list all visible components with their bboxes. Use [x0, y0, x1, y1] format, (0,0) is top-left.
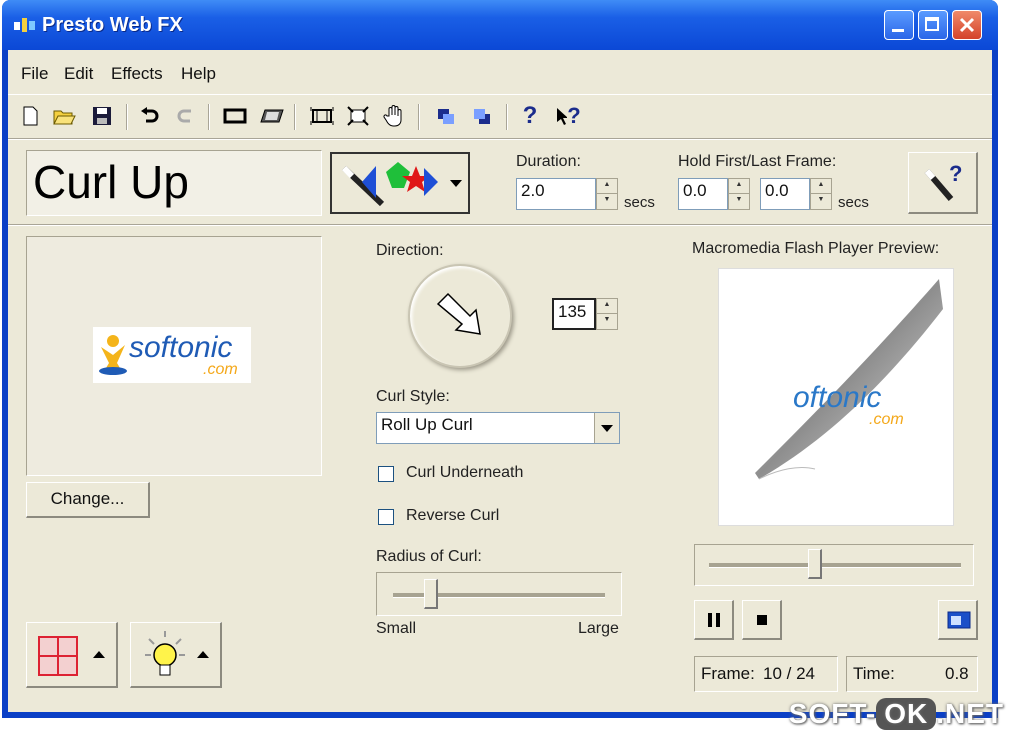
duration-stepper[interactable]: ▲ ▼	[596, 178, 618, 210]
frame-icon[interactable]	[221, 102, 249, 130]
app-window: Presto Web FX File Edit Effects Help ? ?…	[2, 0, 998, 718]
fullscreen-preview-button[interactable]	[938, 600, 978, 640]
duration-label: Duration:	[516, 153, 581, 170]
menu-help[interactable]: Help	[181, 64, 216, 84]
direction-label: Direction:	[376, 242, 444, 259]
redo-icon[interactable]	[172, 102, 200, 130]
title-bar[interactable]: Presto Web FX	[2, 0, 998, 50]
chevron-down-icon	[450, 180, 462, 187]
hold-first-field[interactable]: 0.0	[678, 178, 728, 210]
preview-slider-thumb[interactable]	[807, 549, 822, 579]
chevron-up-icon	[197, 651, 209, 658]
preview-title: Macromedia Flash Player Preview:	[692, 240, 940, 257]
source-image-box: softonic .com	[26, 236, 322, 476]
duration-unit: secs	[624, 194, 655, 211]
forward-icon[interactable]	[468, 102, 496, 130]
svg-text:?: ?	[949, 161, 962, 186]
softonic-logo: softonic .com	[93, 327, 251, 383]
help-icon[interactable]: ?	[516, 102, 544, 130]
grid-options-button[interactable]	[26, 622, 118, 688]
close-button[interactable]	[952, 10, 982, 40]
pause-icon	[708, 613, 720, 627]
hand-icon[interactable]	[380, 102, 408, 130]
curl-underneath-checkbox[interactable]	[378, 466, 394, 482]
pause-button[interactable]	[694, 600, 734, 640]
direction-stepper[interactable]: ▲ ▼	[596, 298, 618, 330]
hold-last-field[interactable]: 0.0	[760, 178, 810, 210]
hold-label: Hold First/Last Frame:	[678, 153, 837, 170]
preview-logo: oftonic	[793, 381, 882, 414]
time-value: 0.8	[945, 664, 969, 683]
client-area: File Edit Effects Help ? ? Curl Up Durat…	[8, 50, 992, 712]
close-icon	[959, 17, 975, 33]
curl-style-label: Curl Style:	[376, 388, 450, 405]
back-icon[interactable]	[432, 102, 460, 130]
menu-edit[interactable]: Edit	[64, 64, 93, 84]
flash-preview: oftonic .com	[718, 268, 954, 526]
effect-name-box: Curl Up	[26, 150, 322, 216]
radius-large-label: Large	[578, 620, 619, 637]
chevron-up-icon	[93, 651, 105, 658]
undo-icon[interactable]	[136, 102, 164, 130]
lightbulb-icon	[145, 631, 185, 676]
time-label: Time:	[853, 664, 895, 683]
filmstrip-icon[interactable]	[258, 102, 286, 130]
change-button[interactable]: Change...	[26, 482, 150, 518]
curl-style-select[interactable]: Roll Up Curl	[376, 412, 620, 444]
curl-underneath-label: Curl Underneath	[406, 464, 524, 481]
menu-file[interactable]: File	[21, 64, 48, 84]
menu-effects[interactable]: Effects	[111, 64, 163, 84]
reverse-curl-label: Reverse Curl	[406, 507, 500, 524]
time-status: Time: 0.8	[846, 656, 978, 692]
preview-progress-slider[interactable]	[694, 544, 974, 586]
effect-name: Curl Up	[33, 156, 189, 208]
stop-icon	[757, 615, 767, 625]
duration-field[interactable]: 2.0	[516, 178, 596, 210]
window-title: Presto Web FX	[42, 14, 183, 36]
new-icon[interactable]	[16, 102, 44, 130]
radius-small-label: Small	[376, 620, 417, 637]
maximize-button[interactable]	[918, 10, 948, 40]
chevron-down-icon	[601, 425, 613, 432]
app-icon	[14, 18, 35, 32]
curl-style-value: Roll Up Curl	[381, 415, 473, 434]
frame-status: Frame: 10 / 24	[694, 656, 838, 692]
context-help-icon[interactable]: ?	[554, 102, 582, 130]
fullscreen-icon[interactable]	[344, 102, 372, 130]
radius-slider-thumb[interactable]	[424, 579, 439, 609]
hold-last-stepper[interactable]: ▲ ▼	[810, 178, 832, 210]
window-preview-icon	[947, 611, 971, 629]
direction-dial[interactable]	[408, 264, 512, 368]
watermark: SOFT- OK .NET	[788, 698, 1004, 730]
frame-label: Frame:	[701, 664, 755, 683]
logo-figure-icon	[99, 335, 127, 375]
radius-slider[interactable]	[376, 572, 622, 616]
fit-icon[interactable]	[308, 102, 336, 130]
reverse-curl-checkbox[interactable]	[378, 509, 394, 525]
frame-value: 10 / 24	[763, 664, 815, 683]
magic-wand-help-icon: ?	[924, 161, 962, 201]
arrow-down-right-icon	[436, 292, 481, 335]
lighting-options-button[interactable]	[130, 622, 222, 688]
hold-unit: secs	[838, 194, 869, 211]
save-icon[interactable]	[88, 102, 116, 130]
direction-field[interactable]: 135	[552, 298, 596, 330]
grid-icon	[38, 636, 78, 676]
radius-label: Radius of Curl:	[376, 548, 482, 565]
effect-picker-button[interactable]	[330, 152, 470, 214]
stop-button[interactable]	[742, 600, 782, 640]
dropdown-button[interactable]	[594, 413, 619, 443]
hold-first-stepper[interactable]: ▲ ▼	[728, 178, 750, 210]
minimize-button[interactable]	[884, 10, 914, 40]
effect-help-button[interactable]: ?	[908, 152, 978, 214]
magic-wand-effects-icon	[341, 162, 438, 207]
open-icon[interactable]	[50, 102, 78, 130]
